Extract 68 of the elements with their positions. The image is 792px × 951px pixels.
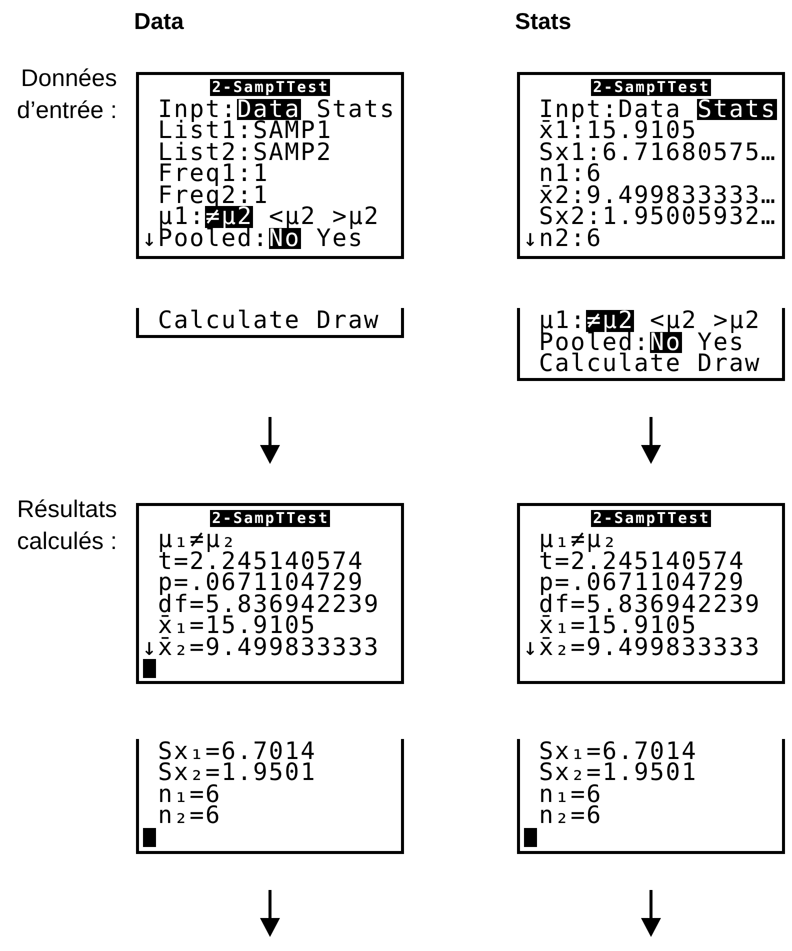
screen-text: x̄₂=9.499833333 bbox=[538, 636, 761, 658]
screen-text: x̄₁=15.9105 bbox=[158, 615, 316, 636]
screen-text: Freq1:1 bbox=[158, 163, 269, 184]
field-label: μ1: bbox=[538, 310, 586, 332]
field-label: Inpt: bbox=[158, 98, 238, 120]
field-label: Pooled: bbox=[538, 332, 650, 353]
screen-text: p=.0671104729 bbox=[158, 572, 364, 594]
menu-option[interactable]: Yes bbox=[316, 228, 364, 249]
screen-text: x̄₂=9.499833333 bbox=[158, 636, 380, 658]
screen-title: 2-SampTTest bbox=[591, 510, 711, 526]
column-heading: Data bbox=[134, 8, 184, 34]
screen-text: df=5.836942239 bbox=[158, 594, 380, 615]
scroll-indicator: ↓ bbox=[142, 636, 158, 658]
screen-text: n₁=6 bbox=[538, 784, 602, 805]
screen-text: Sx₂=1.9501 bbox=[158, 762, 316, 784]
screen-text: n2:6 bbox=[538, 228, 602, 249]
menu-option[interactable]: <μ2 bbox=[650, 310, 698, 332]
screen-text: df=5.836942239 bbox=[538, 594, 761, 615]
screen-text: Sx₁=6.7014 bbox=[158, 740, 316, 762]
scroll-indicator: ↓ bbox=[523, 636, 539, 658]
menu-option[interactable]: No bbox=[650, 332, 682, 353]
down-arrow-icon bbox=[260, 416, 280, 464]
screen-title: 2-SampTTest bbox=[210, 510, 330, 526]
screen-text: n1:6 bbox=[538, 163, 602, 184]
screen-text: Sx₁=6.7014 bbox=[538, 740, 698, 762]
down-arrow-icon bbox=[641, 416, 661, 464]
menu-option[interactable]: Stats bbox=[316, 98, 396, 120]
down-arrow-icon bbox=[641, 890, 661, 937]
menu-option[interactable]: Data bbox=[618, 98, 682, 120]
screen-text: μ₁≠μ₂ bbox=[158, 529, 238, 550]
column-heading: Stats bbox=[515, 8, 572, 34]
menu-option[interactable]: ≠μ2 bbox=[205, 206, 253, 228]
screen-text: x̄2:9.499833333… bbox=[538, 184, 777, 206]
screen-text: n₁=6 bbox=[158, 784, 222, 805]
screen-text: Freq2:1 bbox=[158, 184, 269, 206]
field-label: Pooled: bbox=[158, 228, 269, 249]
screen-text: μ₁≠μ₂ bbox=[538, 529, 618, 550]
screen-text: Calculate Draw bbox=[538, 353, 761, 374]
menu-option[interactable]: <μ2 bbox=[268, 206, 316, 228]
screen-text: List1:SAMP1 bbox=[158, 120, 332, 142]
stage-label: Données d’entrée : bbox=[16, 64, 117, 126]
screen-text: x̄₁=15.9105 bbox=[538, 615, 698, 636]
menu-option[interactable]: >μ2 bbox=[332, 206, 380, 228]
scroll-indicator: ↓ bbox=[523, 228, 539, 249]
screen-text: t=2.245140574 bbox=[158, 550, 364, 572]
screen-text: Sx2:1.95005932… bbox=[538, 206, 777, 228]
menu-option[interactable]: Stats bbox=[697, 98, 777, 120]
screen-text: p=.0671104729 bbox=[538, 572, 745, 594]
screen-text: Sx1:6.71680575… bbox=[538, 142, 777, 163]
field-label: Inpt: bbox=[538, 98, 618, 120]
screen-title: 2-SampTTest bbox=[591, 79, 711, 96]
field-label: μ1: bbox=[158, 206, 206, 228]
menu-option[interactable]: Yes bbox=[697, 332, 745, 353]
screen-text: n₂=6 bbox=[538, 805, 602, 826]
screen-text: x̄1:15.9105 bbox=[538, 120, 698, 142]
menu-option[interactable]: >μ2 bbox=[713, 310, 761, 332]
menu-option[interactable]: Data bbox=[237, 98, 300, 120]
screen-title: 2-SampTTest bbox=[210, 79, 330, 96]
menu-option[interactable]: No bbox=[268, 228, 300, 249]
screen-text: List2:SAMP2 bbox=[158, 142, 332, 163]
down-arrow-icon bbox=[260, 890, 280, 937]
screen-text: n₂=6 bbox=[158, 805, 222, 826]
menu-option[interactable]: ≠μ2 bbox=[586, 310, 634, 332]
screen-text: Calculate Draw bbox=[158, 310, 380, 332]
stage-label: Résultats calculés : bbox=[16, 494, 117, 556]
screen-text: Sx₂=1.9501 bbox=[538, 762, 698, 784]
screen-text: t=2.245140574 bbox=[538, 550, 745, 572]
scroll-indicator: ↓ bbox=[142, 228, 158, 249]
